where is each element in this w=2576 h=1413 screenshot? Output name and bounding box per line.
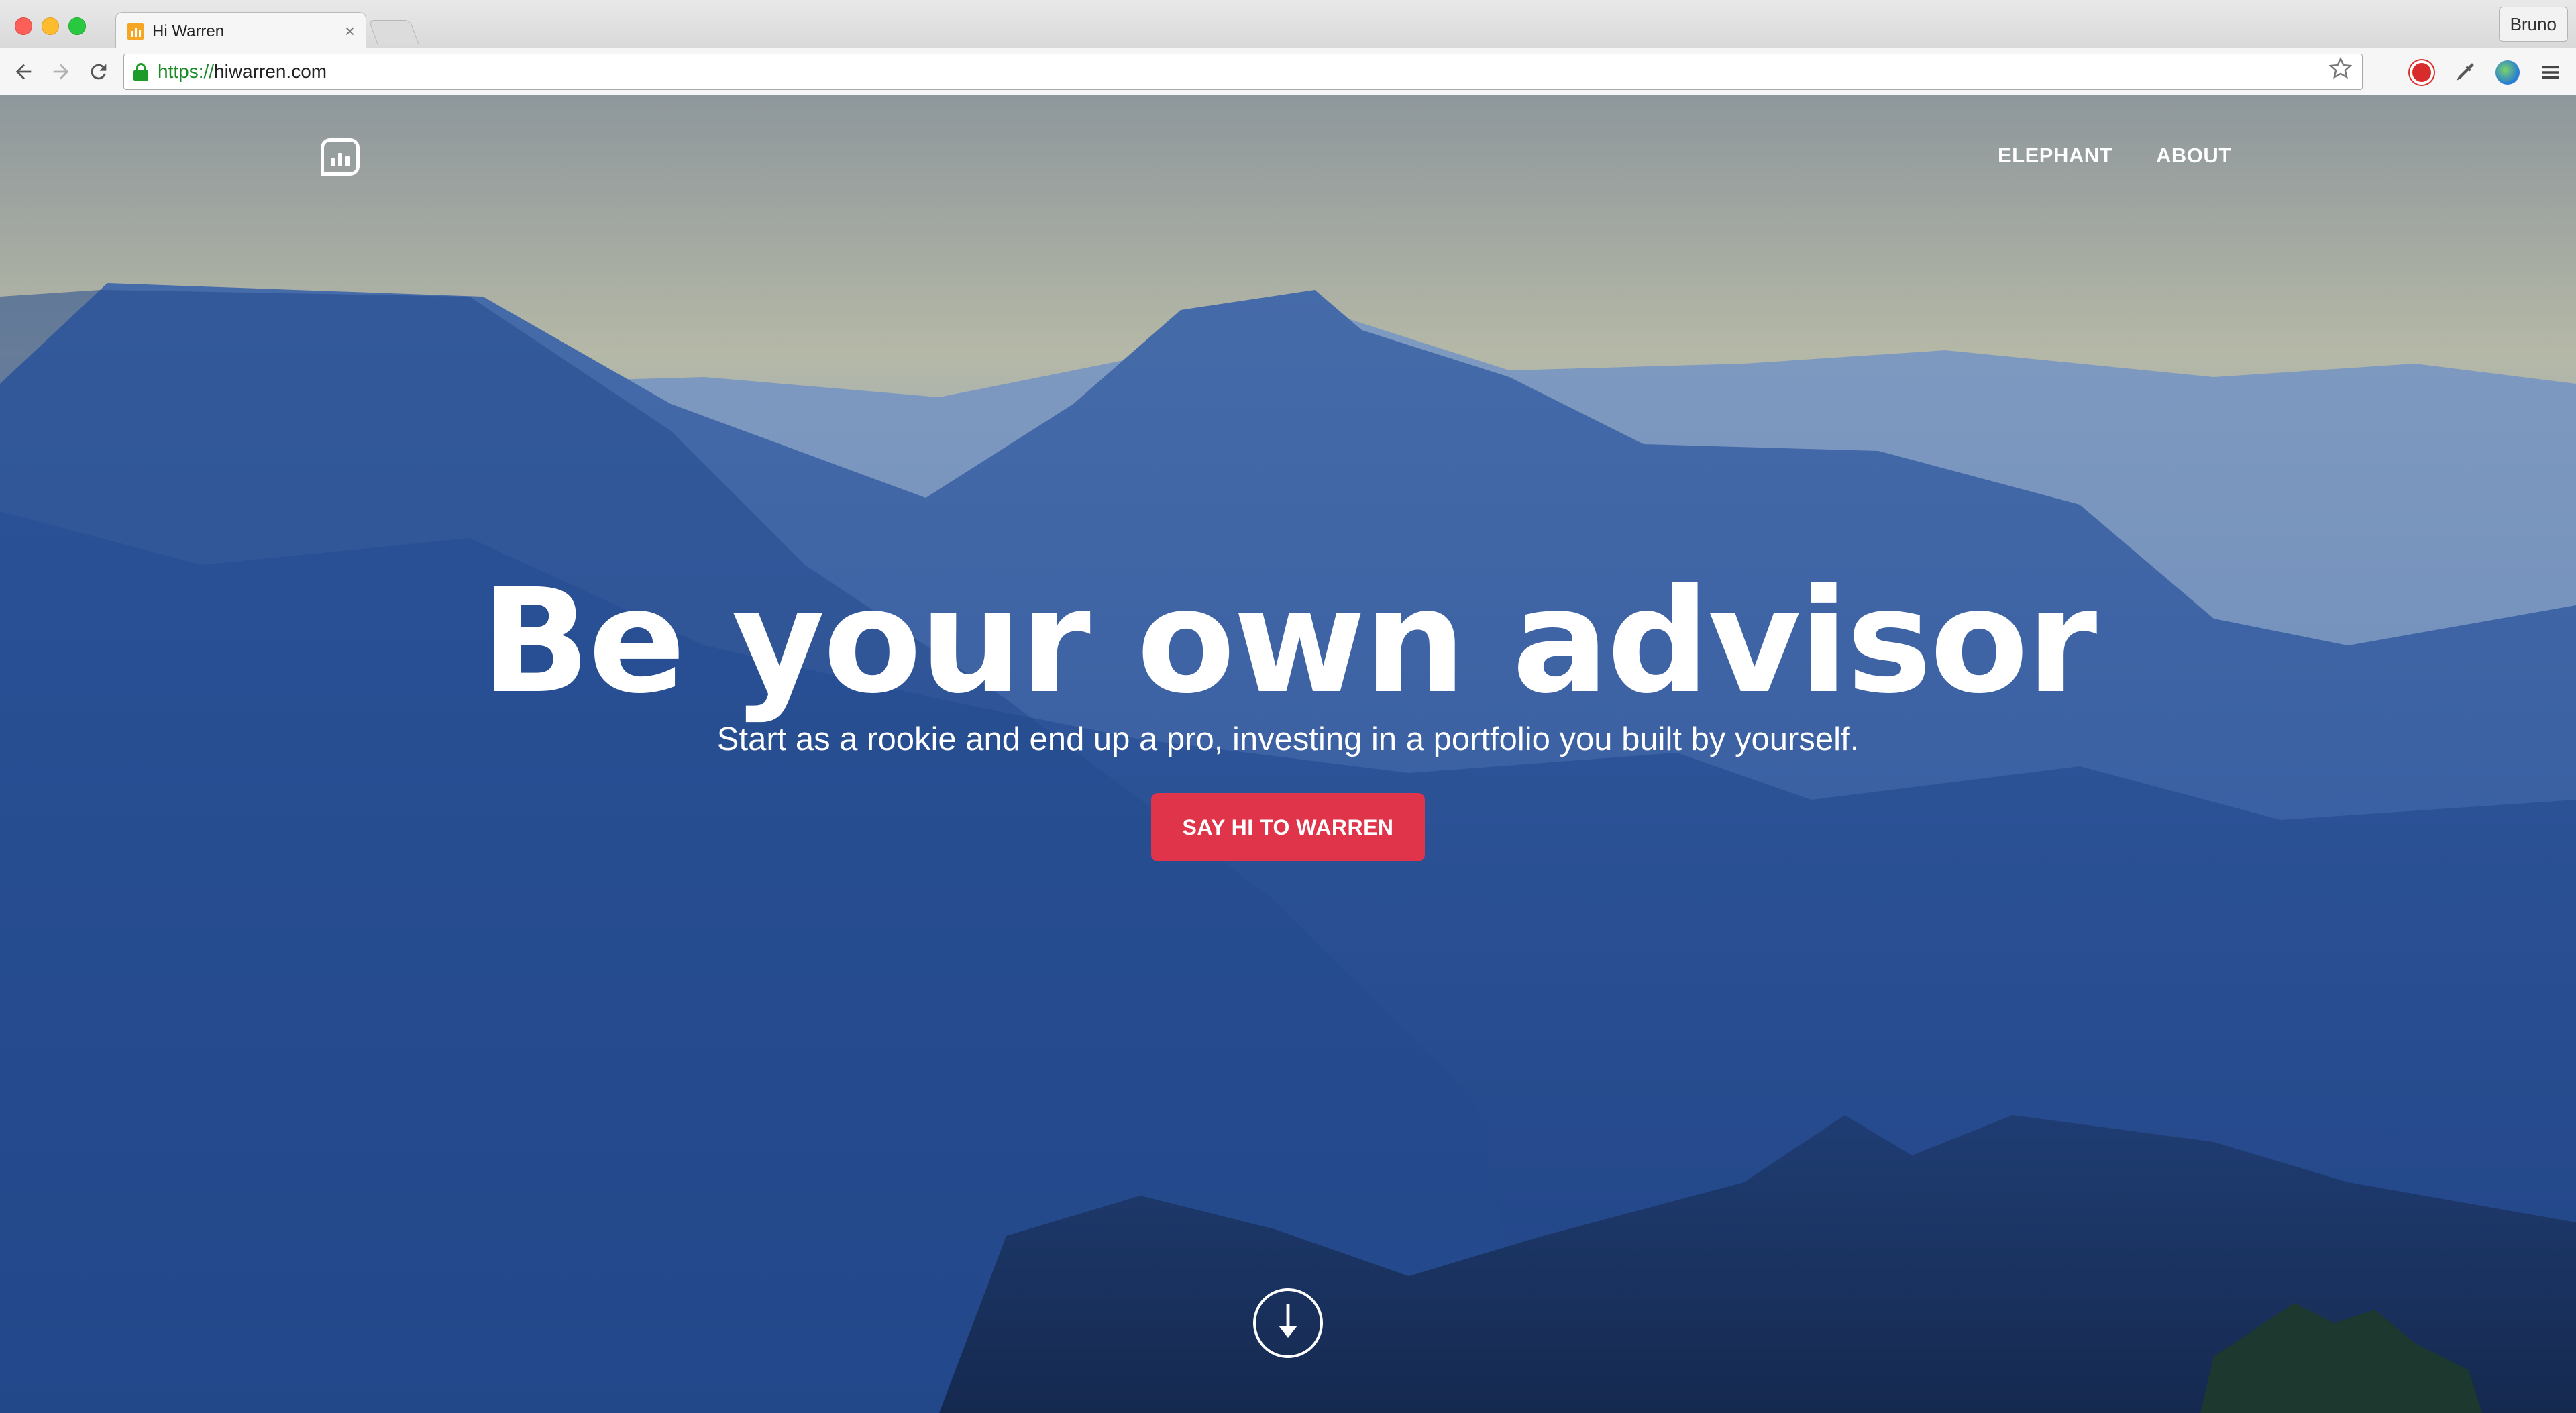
eyedropper-extension-icon[interactable] bbox=[2451, 59, 2478, 86]
browser-tab-active[interactable]: Hi Warren × bbox=[115, 12, 366, 50]
favicon-icon bbox=[127, 22, 144, 40]
window-close-button[interactable] bbox=[15, 17, 32, 35]
window-minimize-button[interactable] bbox=[42, 17, 59, 35]
globe-extension-icon[interactable] bbox=[2494, 59, 2521, 86]
nav-link-about[interactable]: ABOUT bbox=[2156, 144, 2232, 168]
back-icon[interactable] bbox=[9, 58, 38, 86]
tab-close-icon[interactable]: × bbox=[345, 21, 355, 42]
star-icon[interactable] bbox=[2328, 56, 2353, 87]
adblock-extension-icon[interactable] bbox=[2408, 59, 2435, 86]
arrow-down-icon bbox=[1273, 1302, 1303, 1345]
new-tab-button[interactable] bbox=[368, 20, 419, 44]
hero-title: Be your own advisor bbox=[480, 558, 2098, 725]
browser-toolbar: https://hiwarren.com bbox=[0, 48, 2576, 95]
tab-title: Hi Warren bbox=[152, 21, 225, 40]
url-text: https://hiwarren.com bbox=[158, 61, 327, 82]
lock-icon bbox=[133, 63, 148, 81]
warren-logo-icon[interactable] bbox=[321, 138, 360, 176]
scroll-down-button[interactable] bbox=[1253, 1288, 1323, 1358]
forward-icon[interactable] bbox=[47, 58, 75, 86]
reload-icon[interactable] bbox=[85, 58, 113, 86]
window-maximize-button[interactable] bbox=[68, 17, 86, 35]
profile-button[interactable]: Bruno bbox=[2498, 7, 2568, 42]
say-hi-to-warren-button[interactable]: SAY HI TO WARREN bbox=[1151, 793, 1425, 861]
menu-icon[interactable] bbox=[2537, 59, 2564, 86]
hero-subtitle: Start as a rookie and end up a pro, inve… bbox=[716, 721, 1860, 757]
browser-tab-bar: Hi Warren × Bruno bbox=[0, 0, 2576, 50]
nav-link-elephant[interactable]: ELEPHANT bbox=[1998, 144, 2112, 168]
address-bar[interactable]: https://hiwarren.com bbox=[123, 54, 2363, 90]
hero-section: ELEPHANT ABOUT Be your own advisor Start… bbox=[0, 95, 2576, 1413]
